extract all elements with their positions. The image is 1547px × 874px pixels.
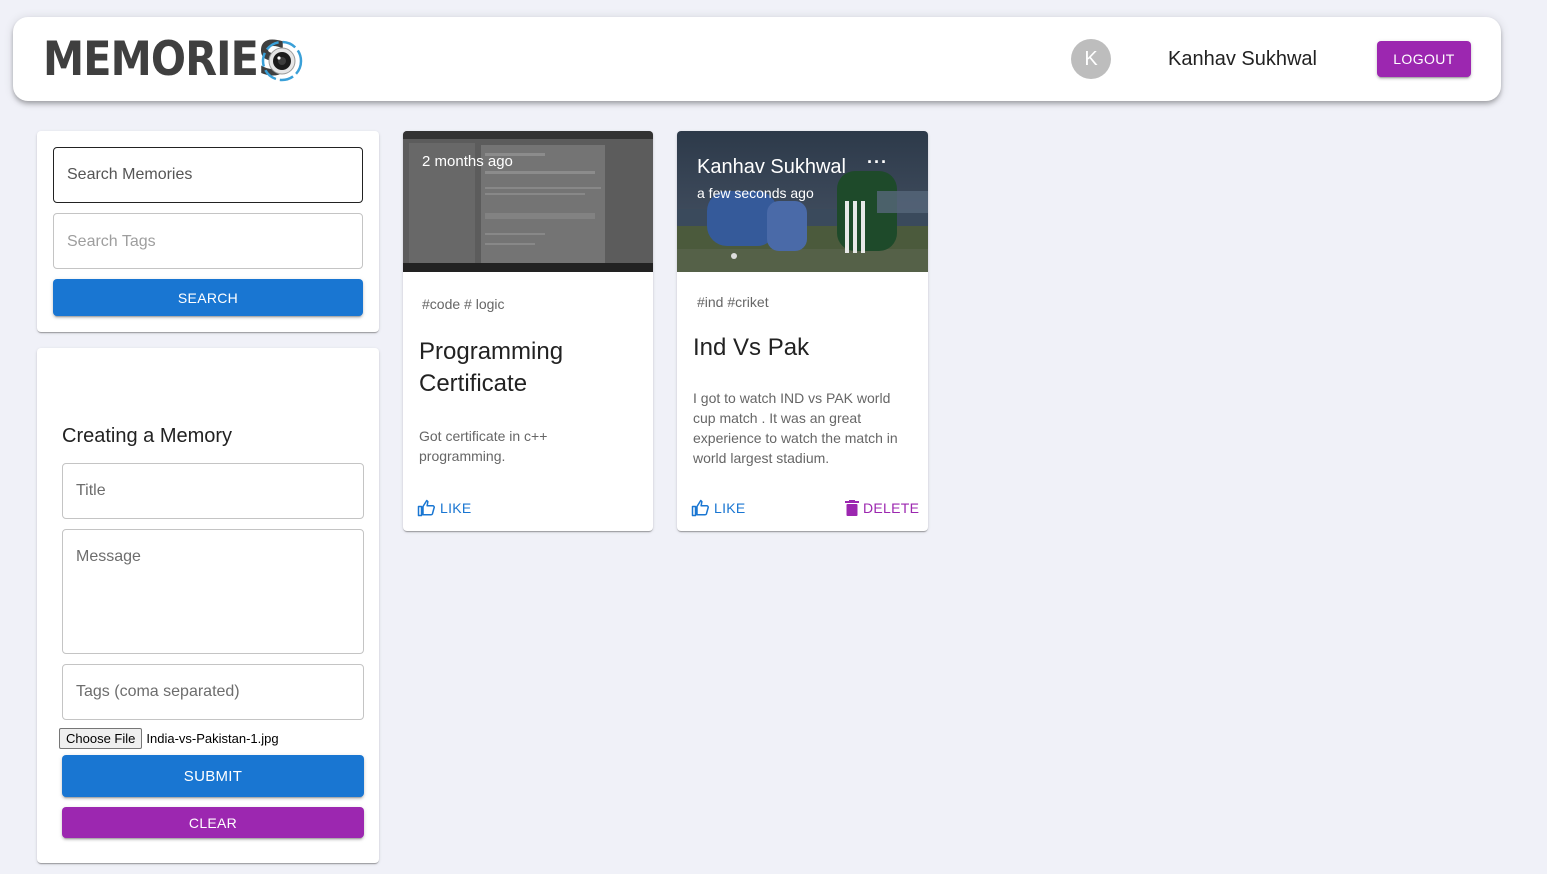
title-placeholder: Title [76,482,106,499]
selected-file-name: India-vs-Pakistan-1.jpg [146,730,279,746]
tags-placeholder: Tags (coma separated) [76,683,240,700]
search-memories-input[interactable]: Search Memories [53,147,363,203]
search-button[interactable]: SEARCH [53,279,363,316]
post-time: 2 months ago [422,153,513,170]
post-image: Kanhav Sukhwal a few seconds ago ··· [677,131,928,272]
more-horizontal-icon[interactable]: ··· [867,152,888,173]
search-tags-input[interactable]: Search Tags [53,213,363,269]
post-title: Programming Certificate [419,338,564,397]
delete-label: DELETE [863,500,920,516]
post-title: Ind Vs Pak [693,334,810,361]
post-message: Got certificate in c++ programming. [419,428,548,464]
post-creator: Kanhav Sukhwal [697,156,846,178]
search-memories-placeholder: Search Memories [67,166,193,183]
like-button[interactable]: LIKE [690,498,746,518]
clear-button[interactable]: CLEAR [62,807,364,838]
like-label: LIKE [714,500,746,516]
camera-lens-icon [261,40,303,82]
post-card: 2 months ago #code # logic Programming C… [403,131,653,531]
brand-title[interactable]: MEMORIES [43,35,288,85]
search-panel: Search Memories Search Tags SEARCH [37,131,379,332]
submit-button[interactable]: SUBMIT [62,755,364,797]
tags-input[interactable]: Tags (coma separated) [62,664,364,720]
like-label: LIKE [440,500,472,516]
trash-icon [845,500,859,516]
post-tags: #code # logic [422,296,505,312]
logout-button[interactable]: LOGOUT [1377,41,1471,77]
username: Kanhav Sukhwal [1168,48,1317,70]
cricket-match-image [677,131,928,272]
avatar: K [1071,39,1111,79]
message-textarea[interactable]: Message [62,529,364,654]
thumb-up-icon [691,499,709,517]
post-card: Kanhav Sukhwal a few seconds ago ··· #in… [677,131,928,531]
form-title: Creating a Memory [62,425,233,447]
create-memory-panel: Creating a Memory Title Message Tags (co… [37,348,379,863]
post-time: a few seconds ago [697,185,814,201]
thumb-up-icon [417,499,435,517]
search-tags-placeholder: Search Tags [67,233,156,250]
delete-button[interactable]: DELETE [845,498,919,518]
like-button[interactable]: LIKE [416,498,472,518]
post-image: 2 months ago [403,131,653,272]
post-tags: #ind #criket [697,294,769,310]
message-placeholder: Message [76,548,141,565]
app-bar: MEMORIES K Kanhav Sukhwal LOGOUT [13,17,1501,101]
choose-file-button[interactable]: Choose File [59,727,143,749]
title-input[interactable]: Title [62,463,364,519]
file-input: Choose File India-vs-Pakistan-1.jpg [59,727,279,749]
post-message: I got to watch IND vs PAK world cup matc… [693,390,898,466]
